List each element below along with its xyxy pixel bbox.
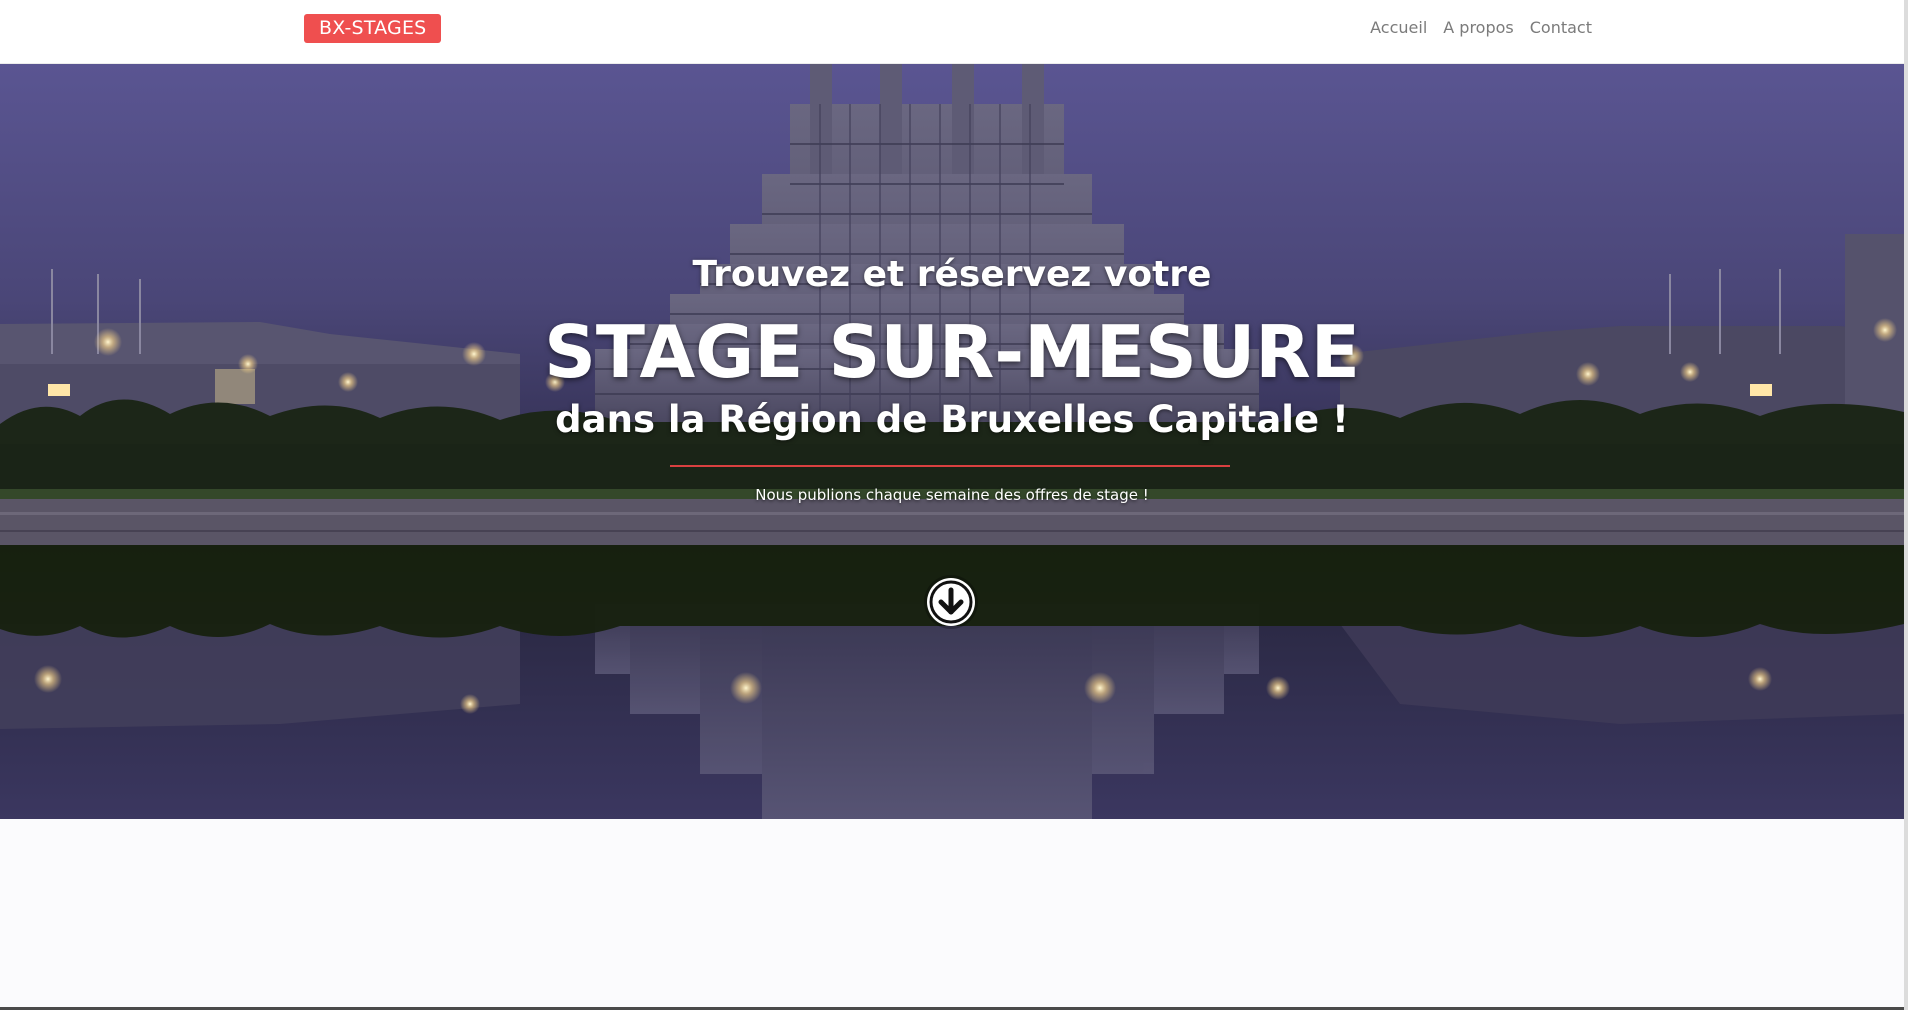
hero-content: Trouvez et réservez votre STAGE SUR-MESU… [0, 64, 1904, 819]
hero-title: STAGE SUR-MESURE [544, 310, 1360, 394]
hero-subtitle-bottom: dans la Région de Bruxelles Capitale ! [555, 398, 1349, 441]
hero-subtitle-top: Trouvez et réservez votre [692, 254, 1212, 295]
nav-link-contact[interactable]: Contact [1530, 18, 1592, 38]
nav-links: Accueil A propos Contact [1370, 18, 1592, 38]
hero-tagline: Nous publions chaque semaine des offres … [755, 486, 1149, 504]
scroll-down-button[interactable] [927, 578, 975, 626]
arrow-down-circle-icon [929, 580, 973, 624]
nav-link-accueil[interactable]: Accueil [1370, 18, 1427, 38]
navbar: BX-STAGES Accueil A propos Contact [0, 0, 1904, 64]
brand-logo[interactable]: BX-STAGES [304, 14, 442, 43]
hero-divider [670, 465, 1230, 467]
hero-section: Trouvez et réservez votre STAGE SUR-MESU… [0, 64, 1904, 819]
nav-link-a-propos[interactable]: A propos [1443, 18, 1513, 38]
page-scrollbar[interactable] [1904, 0, 1908, 1010]
